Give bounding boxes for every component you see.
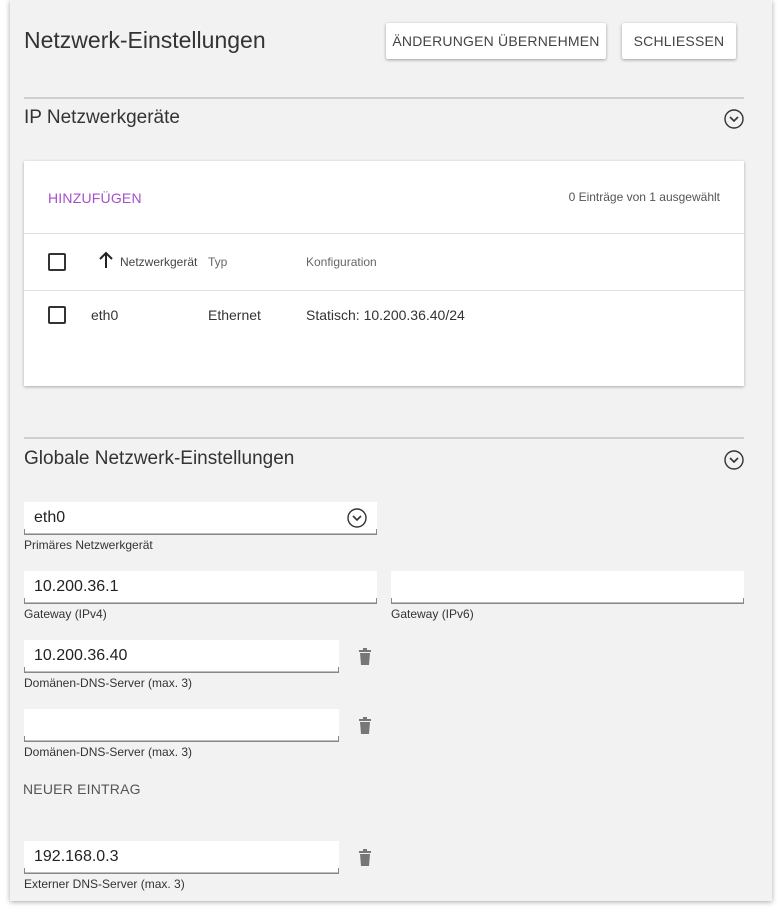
global-section-title: Globale Netzwerk-Einstellungen <box>24 448 295 469</box>
chevron-down-icon[interactable] <box>724 109 744 129</box>
trash-icon[interactable] <box>358 849 372 867</box>
select-all-checkbox[interactable] <box>48 253 66 271</box>
gateway-ipv6-label: Gateway (IPv6) <box>391 607 474 621</box>
section-divider <box>24 437 744 439</box>
gateway-ipv4-value: 10.200.36.1 <box>34 578 119 595</box>
column-header-device[interactable]: Netzwerkgerät <box>120 255 197 269</box>
primary-device-select[interactable]: eth0 <box>24 502 377 535</box>
domain-dns-input-1[interactable]: 10.200.36.40 <box>24 640 339 673</box>
domain-dns-input-2[interactable] <box>24 709 339 742</box>
gateway-ipv6-input[interactable] <box>391 571 744 604</box>
domain-dns-label-2: Domänen-DNS-Server (max. 3) <box>24 745 193 759</box>
row-checkbox[interactable] <box>48 306 66 324</box>
dialog-title: Netzwerk-Einstellungen <box>24 27 266 53</box>
devices-table-card: HINZUFÜGEN 0 Einträge von 1 ausgewählt N… <box>24 161 744 386</box>
column-header-config[interactable]: Konfiguration <box>306 255 377 269</box>
cell-type: Ethernet <box>208 307 261 323</box>
table-divider <box>24 233 744 234</box>
cell-config: Statisch: 10.200.36.40/24 <box>306 307 465 323</box>
domain-dns-label-1: Domänen-DNS-Server (max. 3) <box>24 676 193 690</box>
network-settings-dialog: Netzwerk-Einstellungen ÄNDERUNGEN ÜBERNE… <box>10 0 772 901</box>
selection-count: 0 Einträge von 1 ausgewählt <box>568 190 720 204</box>
external-dns-label-1: Externer DNS-Server (max. 3) <box>24 877 185 891</box>
gateway-ipv4-label: Gateway (IPv4) <box>24 607 107 621</box>
add-device-link[interactable]: HINZUFÜGEN <box>48 190 142 206</box>
trash-icon[interactable] <box>358 648 372 666</box>
primary-device-value: eth0 <box>34 509 66 526</box>
apply-changes-button[interactable]: ÄNDERUNGEN ÜBERNEHMEN <box>386 23 606 59</box>
new-entry-button[interactable]: NEUER EINTRAG <box>23 781 141 797</box>
gateway-ipv4-input[interactable]: 10.200.36.1 <box>24 571 377 604</box>
chevron-down-icon[interactable] <box>724 450 744 470</box>
domain-dns-value-1: 10.200.36.40 <box>34 647 128 664</box>
devices-section-title: IP Netzwerkgeräte <box>24 107 180 128</box>
primary-device-label: Primäres Netzwerkgerät <box>24 538 153 552</box>
chevron-down-icon[interactable] <box>347 508 367 528</box>
sort-ascending-icon[interactable] <box>98 251 114 269</box>
column-header-type[interactable]: Typ <box>208 255 227 269</box>
cell-device: eth0 <box>91 307 119 323</box>
external-dns-input-1[interactable]: 192.168.0.3 <box>24 841 339 874</box>
table-divider <box>24 290 744 291</box>
section-divider <box>24 97 744 99</box>
external-dns-value-1: 192.168.0.3 <box>34 848 119 865</box>
trash-icon[interactable] <box>358 717 372 735</box>
close-button[interactable]: SCHLIESSEN <box>622 23 736 59</box>
